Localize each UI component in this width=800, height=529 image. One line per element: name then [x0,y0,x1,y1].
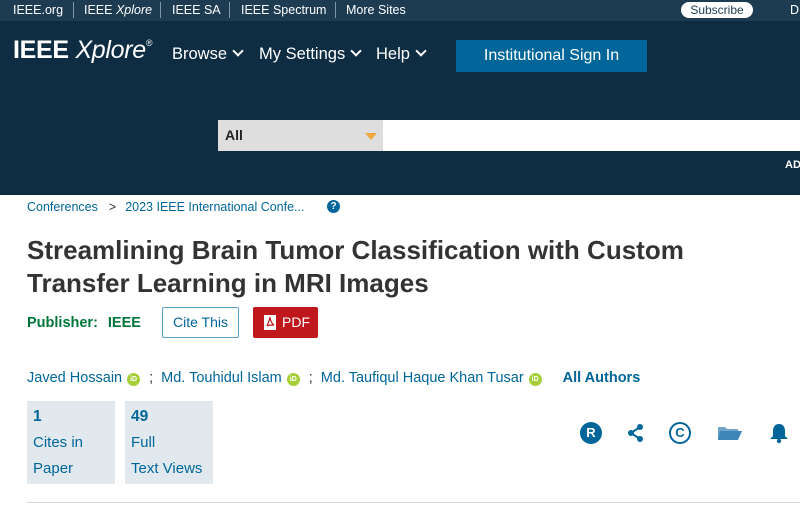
chevron-down-icon [350,45,362,57]
meta-cut-off-link[interactable]: D [790,3,799,17]
breadcrumb-conference-name[interactable]: 2023 IEEE International Confe... [125,200,304,214]
nav-browse-label: Browse [172,45,228,63]
breadcrumb-conferences[interactable]: Conferences [27,200,98,214]
metric-label: Full Text Views [131,434,203,477]
rights-icon[interactable]: R [580,422,602,444]
search-scope-select[interactable]: All [218,120,383,151]
publisher-name: IEEE [107,315,141,331]
breadcrumb: Conferences >2023 IEEE International Conf… [27,200,304,214]
search-scope-value: All [225,127,243,143]
metric-count: 49 [131,408,149,425]
metric-cites-in-paper[interactable]: 1 Cites in Paper [27,401,115,484]
nav-browse[interactable]: Browse [172,45,244,64]
meta-divider [335,2,336,18]
help-icon[interactable]: ? [327,200,340,213]
publisher-info: Publisher: IEEE [27,315,141,331]
meta-link-ieee-xplore[interactable]: IEEE Xplore [84,3,152,17]
logo-bold-text: IEEE [13,36,69,64]
pdf-button[interactable]: PDF [253,307,318,338]
author-separator: ; [308,370,313,386]
bell-icon[interactable] [768,422,790,444]
meta-link-ieee-org[interactable]: IEEE.org [13,3,63,17]
orcid-icon[interactable]: iD [528,373,542,386]
cite-this-button[interactable]: Cite This [162,307,239,338]
pdf-file-icon [264,315,276,330]
institutional-sign-in-button[interactable]: Institutional Sign In [456,40,647,72]
search-input[interactable] [383,120,800,151]
share-icon[interactable] [625,422,647,444]
breadcrumb-separator: > [108,200,117,214]
global-meta-bar: IEEE.org IEEE Xplore IEEE SA IEEE Spectr… [0,0,800,21]
metric-full-text-views[interactable]: 49 Full Text Views [125,401,213,484]
metric-count: 1 [33,408,42,425]
logo-registered-mark: ® [145,38,153,48]
meta-link-ieee-spectrum[interactable]: IEEE Spectrum [241,3,326,17]
meta-link-more-sites[interactable]: More Sites [346,3,406,17]
logo-italic-text: Xplore [75,36,146,64]
publisher-label: Publisher: [27,315,98,331]
orcid-icon[interactable]: iD [127,373,141,386]
author-link[interactable]: Javed Hossain [27,370,122,386]
folder-icon[interactable] [717,422,743,444]
metric-label: Cites in Paper [33,434,84,477]
chevron-down-icon [415,45,427,57]
pdf-button-label: PDF [282,314,310,330]
meta-divider [73,2,74,18]
caret-down-icon [365,133,377,140]
subscribe-button[interactable]: Subscribe [681,2,753,18]
author-list: Javed Hossain iD; Md. Touhidul Islam iD; Md.… [27,370,640,387]
chevron-down-icon [232,45,244,57]
page-title: Streamlining Brain Tumor Classification … [27,235,684,298]
meta-link-ieee-sa[interactable]: IEEE SA [172,3,221,17]
nav-my-settings[interactable]: My Settings [259,45,362,64]
site-header: IEEE Xplore® Browse My Settings Help Ins… [0,21,800,195]
orcid-icon[interactable]: iD [286,373,300,386]
author-link[interactable]: Md. Taufiqul Haque Khan Tusar [321,370,524,386]
section-divider [27,502,800,503]
all-authors-link[interactable]: All Authors [563,370,641,386]
author-link[interactable]: Md. Touhidul Islam [161,370,282,386]
ieee-xplore-logo[interactable]: IEEE Xplore® [13,36,153,65]
meta-divider [160,2,161,18]
nav-help-label: Help [376,45,410,63]
nav-help[interactable]: Help [376,45,427,64]
copyright-icon[interactable]: C [669,422,691,444]
advanced-search-link[interactable]: AD [785,159,800,171]
nav-my-settings-label: My Settings [259,45,346,63]
meta-divider [229,2,230,18]
author-separator: ; [149,370,154,386]
